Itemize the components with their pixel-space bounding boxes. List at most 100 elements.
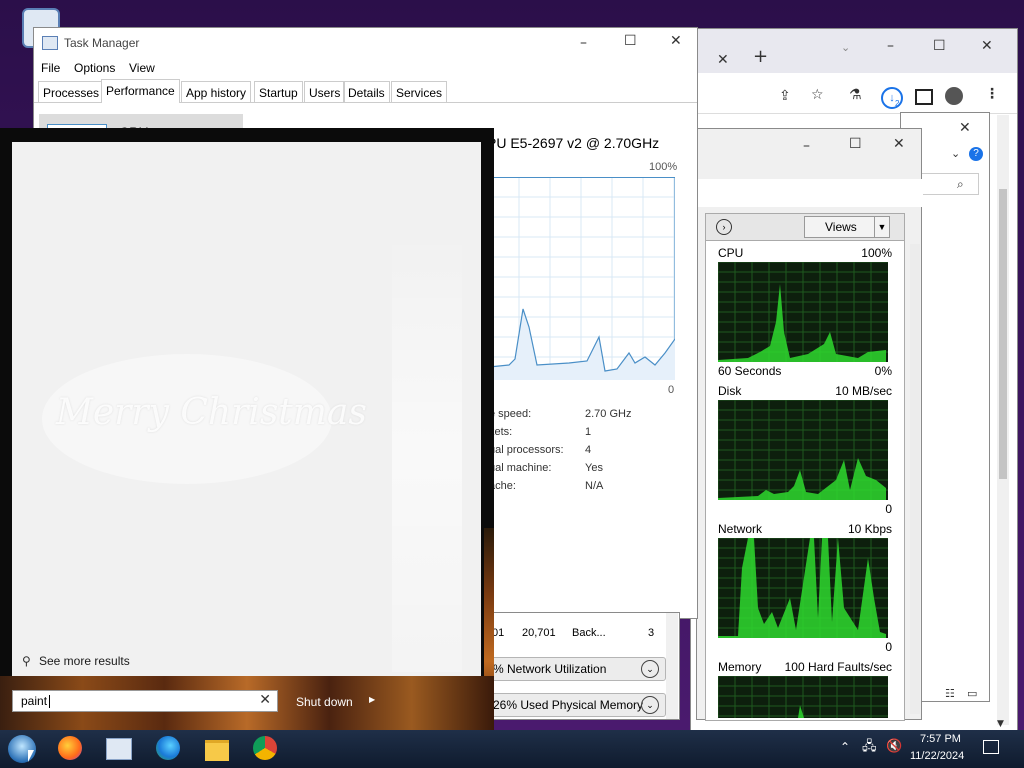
graph-name: Network bbox=[718, 522, 763, 536]
bar-label: 26% Used Physical Memory bbox=[493, 698, 644, 712]
tab-startup[interactable]: Startup bbox=[254, 81, 303, 103]
graph-name: Memory bbox=[718, 660, 762, 674]
shutdown-options-arrow-icon[interactable]: ▶ bbox=[369, 695, 375, 704]
graph-name: Disk bbox=[718, 384, 742, 398]
detail-label: ual machine: bbox=[489, 462, 552, 474]
edge-icon[interactable] bbox=[156, 736, 180, 760]
browser-menu-icon[interactable]: ⋮ bbox=[985, 87, 999, 101]
list-scrollbar[interactable] bbox=[666, 613, 678, 719]
graph-floor: 0 bbox=[885, 640, 892, 654]
graph-floor: 0 bbox=[885, 502, 892, 516]
tab-performance[interactable]: Performance bbox=[101, 79, 180, 103]
download-badge: 2 bbox=[895, 99, 900, 108]
physical-memory-bar[interactable]: 26% Used Physical Memory ⌄ bbox=[484, 693, 666, 717]
tab-details[interactable]: Details bbox=[343, 81, 390, 103]
tab-users[interactable]: Users bbox=[304, 81, 346, 103]
search-input[interactable]: paint bbox=[21, 694, 47, 708]
cpu-model: PU E5-2697 v2 @ 2.70GHz bbox=[487, 135, 660, 151]
tab-services[interactable]: Services bbox=[391, 81, 448, 103]
close-icon[interactable]: ✕ bbox=[893, 137, 905, 151]
search-field[interactable] bbox=[921, 173, 979, 195]
tab-processes[interactable]: Processes bbox=[38, 81, 105, 103]
resmon-graph-disk bbox=[718, 400, 888, 500]
minimize-icon[interactable]: – bbox=[803, 139, 810, 153]
bookmark-star-icon[interactable]: ☆ bbox=[811, 88, 824, 102]
download-icon[interactable]: ↓ bbox=[881, 87, 903, 109]
graph-scale: 100% bbox=[861, 246, 892, 260]
detail-value: N/A bbox=[585, 480, 604, 492]
expand-chevron-icon[interactable]: ⌄ bbox=[641, 660, 659, 678]
network-utilization-bar[interactable]: % Network Utilization ⌄ bbox=[484, 657, 666, 681]
browser-tabstrip bbox=[691, 29, 1017, 73]
clock-time[interactable]: 7:57 PM bbox=[920, 733, 961, 745]
chevron-down-icon[interactable]: ⌄ bbox=[841, 41, 850, 55]
profile-avatar-icon[interactable] bbox=[945, 87, 963, 105]
extension-icon[interactable]: ⚗ bbox=[849, 88, 862, 102]
shutdown-button[interactable]: Shut down bbox=[296, 695, 353, 709]
menu-file[interactable]: File bbox=[41, 61, 60, 75]
tab-close-icon[interactable]: ✕ bbox=[717, 53, 729, 67]
minimize-icon[interactable]: – bbox=[580, 36, 587, 50]
resmon-content bbox=[697, 179, 923, 207]
window-title: Task Manager bbox=[64, 36, 140, 50]
volume-muted-icon[interactable]: 🔇 bbox=[886, 740, 902, 754]
pane-scrollbar[interactable] bbox=[910, 244, 920, 714]
expand-chevron-icon[interactable]: ⌄ bbox=[641, 696, 659, 714]
tray-overflow-icon[interactable]: ⌃ bbox=[840, 740, 850, 754]
greeting-text: Merry Christmas bbox=[56, 392, 367, 433]
clock-date[interactable]: 11/22/2024 bbox=[910, 750, 964, 762]
graph-max-label: 100% bbox=[649, 161, 678, 173]
views-label: Views bbox=[825, 220, 857, 234]
graph-time-span: 60 Seconds bbox=[718, 364, 782, 378]
maximize-icon[interactable]: ☐ bbox=[849, 137, 862, 151]
start-menu: Merry Christmas ⚲ See more results paint… bbox=[0, 128, 494, 730]
firefox-icon[interactable] bbox=[58, 736, 82, 760]
chevron-down-icon[interactable]: ⌄ bbox=[951, 147, 960, 161]
graph-floor: 0% bbox=[874, 364, 892, 378]
close-icon[interactable]: ✕ bbox=[981, 39, 993, 53]
start-search-box[interactable]: paint ✕ bbox=[12, 690, 278, 712]
dialog-close-icon[interactable]: ✕ bbox=[959, 121, 971, 135]
sidebar-toggle-icon[interactable] bbox=[915, 89, 933, 105]
collapse-pane-icon[interactable]: › bbox=[716, 219, 732, 235]
detail-value: 1 bbox=[585, 426, 592, 438]
graph-name: CPU bbox=[718, 246, 744, 260]
row-col4: 3 bbox=[648, 627, 655, 639]
maximize-icon[interactable]: ☐ bbox=[624, 34, 637, 48]
search-icon[interactable]: ⌕ bbox=[957, 177, 964, 191]
detail-value: Yes bbox=[585, 462, 603, 474]
views-button[interactable]: Views ▼ bbox=[804, 216, 890, 238]
browser-scroll-thumb[interactable] bbox=[999, 189, 1007, 479]
task-manager-icon[interactable] bbox=[106, 738, 132, 760]
maximize-icon[interactable]: ☐ bbox=[933, 39, 946, 53]
graph-scale: 10 MB/sec bbox=[835, 384, 892, 398]
scroll-down-icon[interactable]: ▼ bbox=[997, 717, 1004, 731]
tab-app-history[interactable]: App history bbox=[181, 81, 252, 103]
row-col2: 20,701 bbox=[522, 627, 556, 639]
resmon-graph-network bbox=[718, 538, 888, 638]
file-explorer-icon[interactable] bbox=[205, 740, 229, 761]
menu-view[interactable]: View bbox=[129, 61, 155, 75]
detail-view-icon[interactable]: ▭ bbox=[967, 687, 977, 701]
text-cursor bbox=[49, 695, 50, 708]
menu-options[interactable]: Options bbox=[74, 61, 115, 75]
share-icon[interactable]: ⇪ bbox=[779, 89, 791, 103]
close-icon[interactable]: ✕ bbox=[670, 34, 682, 48]
see-more-results-link[interactable]: See more results bbox=[39, 654, 130, 668]
chrome-icon[interactable] bbox=[253, 736, 277, 760]
graph-scale: 100 Hard Faults/sec bbox=[784, 660, 892, 674]
clear-search-icon[interactable]: ✕ bbox=[259, 692, 271, 708]
minimize-icon[interactable]: – bbox=[887, 39, 894, 53]
bar-label: % Network Utilization bbox=[493, 662, 607, 676]
resmon-graph-pane: › Views ▼ CPU 100% 60 Seconds 0% Disk 10 MB/s… bbox=[705, 213, 920, 721]
new-tab-icon[interactable]: + bbox=[753, 48, 768, 66]
network-icon[interactable]: 🖧 bbox=[862, 740, 877, 754]
detail-value: 4 bbox=[585, 444, 592, 456]
task-manager-lower: 01 20,701 Back... 3 % Network Utilizatio… bbox=[483, 612, 680, 720]
row-col3: Back... bbox=[572, 627, 606, 639]
notification-center-icon[interactable] bbox=[983, 740, 999, 754]
list-view-icon[interactable]: ☷ bbox=[945, 687, 955, 701]
tree-decoration bbox=[392, 232, 462, 672]
help-icon[interactable]: ? bbox=[969, 147, 983, 161]
detail-label: ual processors: bbox=[489, 444, 564, 456]
